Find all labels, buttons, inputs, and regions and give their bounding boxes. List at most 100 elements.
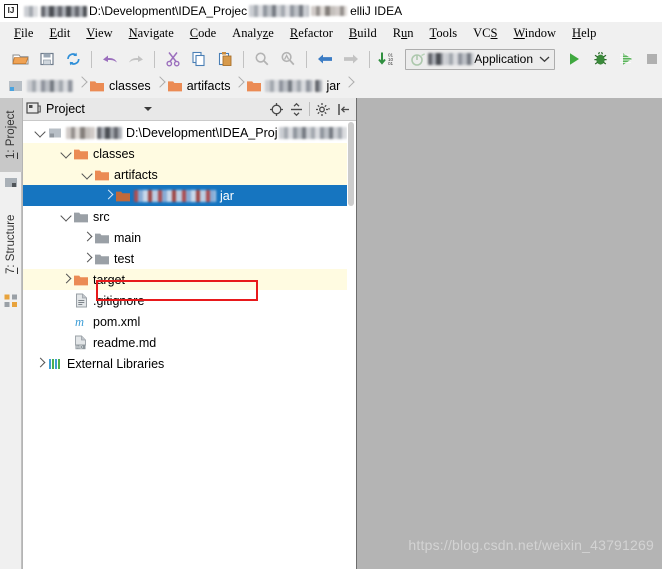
hide-panel-icon[interactable] bbox=[333, 99, 353, 119]
expand-arrow-icon[interactable] bbox=[59, 269, 73, 290]
expand-arrow-icon[interactable] bbox=[80, 248, 94, 269]
svg-text:m: m bbox=[75, 315, 84, 329]
breadcrumb-item-jar[interactable]: jar bbox=[246, 73, 342, 98]
tree-row-classes[interactable]: classes bbox=[23, 143, 347, 164]
compile-icon[interactable]: 01 10 01 bbox=[375, 47, 401, 71]
expand-arrow-icon[interactable] bbox=[80, 227, 94, 248]
main-toolbar: 01 10 01 Application bbox=[0, 45, 662, 73]
title-blur-2 bbox=[41, 5, 87, 17]
tree-label: jar bbox=[220, 188, 234, 203]
undo-icon[interactable] bbox=[97, 47, 123, 71]
folder-orange-icon bbox=[167, 80, 182, 91]
tree-label: target bbox=[93, 272, 125, 287]
tree-row-pom[interactable]: m pom.xml bbox=[23, 311, 347, 332]
redo-icon[interactable] bbox=[123, 47, 149, 71]
jar-name-blur bbox=[134, 189, 216, 202]
tree-scrollbar[interactable] bbox=[347, 122, 355, 569]
sync-refresh-icon[interactable] bbox=[60, 47, 86, 71]
expand-arrow-icon[interactable] bbox=[33, 353, 47, 374]
runcfg-blur-2 bbox=[443, 53, 475, 65]
title-suffix: elliJ IDEA bbox=[350, 4, 403, 18]
expand-arrow-icon[interactable] bbox=[59, 206, 73, 227]
breadcrumb-blur-2 bbox=[265, 79, 314, 92]
project-tab-mnemonic: 1 bbox=[5, 152, 17, 160]
tree-row-gitignore[interactable]: .gitignore bbox=[23, 290, 347, 311]
collapse-all-icon[interactable] bbox=[286, 99, 306, 119]
breadcrumb-item-project[interactable] bbox=[8, 73, 75, 98]
expand-arrow-icon[interactable] bbox=[80, 164, 94, 185]
title-blur-3 bbox=[249, 5, 310, 17]
tree-row-external-libraries[interactable]: External Libraries bbox=[23, 353, 347, 374]
run-with-coverage-button[interactable] bbox=[613, 47, 639, 71]
tree-row-test[interactable]: test bbox=[23, 248, 347, 269]
menu-code[interactable]: Code bbox=[182, 24, 224, 43]
menu-build[interactable]: Build bbox=[341, 24, 385, 43]
menu-bar: File Edit View Navigate Code Analyze Ref… bbox=[0, 22, 662, 45]
tree-label: pom.xml bbox=[93, 314, 141, 329]
project-tool-window: Project D:\Development\IDEA_Proj classes… bbox=[23, 98, 357, 569]
back-arrow-icon[interactable] bbox=[312, 47, 338, 71]
paste-icon[interactable] bbox=[212, 47, 238, 71]
svg-text:MD: MD bbox=[76, 344, 83, 349]
run-configuration-selector[interactable]: Application bbox=[405, 48, 555, 70]
menu-help[interactable]: Help bbox=[564, 24, 604, 43]
tree-row-jar[interactable]: jar bbox=[23, 185, 347, 206]
project-view-icon bbox=[26, 102, 41, 116]
expand-arrow-icon[interactable] bbox=[33, 122, 47, 143]
project-view-dropdown-icon[interactable] bbox=[143, 105, 153, 113]
menu-edit[interactable]: Edit bbox=[41, 24, 78, 43]
stop-button[interactable] bbox=[639, 47, 662, 71]
expand-arrow-icon[interactable] bbox=[101, 185, 115, 206]
menu-window[interactable]: Window bbox=[505, 24, 564, 43]
title-blur-1 bbox=[24, 5, 38, 17]
tree-row-readme[interactable]: MD readme.md bbox=[23, 332, 347, 353]
root-blur-3 bbox=[279, 126, 347, 139]
project-tree: D:\Development\IDEA_Proj classes artifac… bbox=[23, 122, 347, 569]
menu-view[interactable]: View bbox=[78, 24, 120, 43]
sidebar-item-project[interactable]: 1: Project bbox=[0, 98, 22, 172]
folder-orange-icon bbox=[94, 167, 110, 183]
intellij-idea-window: IJ D:\Development\IDEA_Projec elliJ IDEA… bbox=[0, 0, 662, 569]
cut-icon[interactable] bbox=[160, 47, 186, 71]
save-all-icon[interactable] bbox=[34, 47, 60, 71]
scrollbar-thumb[interactable] bbox=[348, 122, 354, 206]
forward-arrow-icon[interactable] bbox=[338, 47, 364, 71]
tree-row-main[interactable]: main bbox=[23, 227, 347, 248]
copy-icon[interactable] bbox=[186, 47, 212, 71]
menu-vcs[interactable]: VCS bbox=[465, 24, 505, 43]
replace-icon[interactable] bbox=[275, 47, 301, 71]
breadcrumb-item-classes[interactable]: classes bbox=[89, 73, 153, 98]
menu-refactor[interactable]: Refactor bbox=[282, 24, 341, 43]
find-icon[interactable] bbox=[249, 47, 275, 71]
markdown-file-icon: MD bbox=[73, 335, 89, 351]
toolbar-separator bbox=[306, 50, 307, 68]
project-panel-actions bbox=[266, 99, 353, 119]
debug-button[interactable] bbox=[587, 47, 613, 71]
menu-analyze[interactable]: Analyze bbox=[224, 24, 282, 43]
toolbar-separator bbox=[369, 50, 370, 68]
open-folder-icon[interactable] bbox=[8, 47, 34, 71]
left-tool-window-strip: 1: Project 7: Structure bbox=[0, 98, 22, 569]
svg-text:01: 01 bbox=[388, 61, 394, 66]
expand-arrow-icon[interactable] bbox=[59, 143, 73, 164]
tree-row-root[interactable]: D:\Development\IDEA_Proj bbox=[23, 122, 347, 143]
tree-label: artifacts bbox=[114, 167, 158, 182]
settings-gear-icon[interactable] bbox=[313, 99, 333, 119]
tree-row-artifacts[interactable]: artifacts bbox=[23, 164, 347, 185]
chevron-down-icon[interactable] bbox=[533, 55, 550, 63]
folder-gray-icon bbox=[94, 230, 110, 246]
run-button[interactable] bbox=[561, 47, 587, 71]
structure-tab-mnemonic: 7 bbox=[5, 267, 17, 274]
breadcrumb-item-artifacts[interactable]: artifacts bbox=[167, 73, 233, 98]
menu-tools[interactable]: Tools bbox=[422, 24, 466, 43]
menu-file[interactable]: File bbox=[6, 24, 41, 43]
folder-orange-icon bbox=[90, 80, 104, 91]
menu-run[interactable]: Run bbox=[385, 24, 422, 43]
tree-row-target[interactable]: target bbox=[23, 269, 347, 290]
locate-target-icon[interactable] bbox=[266, 99, 286, 119]
sidebar-item-structure[interactable]: 7: Structure bbox=[0, 198, 22, 290]
root-blur-2 bbox=[96, 126, 123, 139]
tree-row-src[interactable]: src bbox=[23, 206, 347, 227]
menu-navigate[interactable]: Navigate bbox=[121, 24, 182, 43]
run-config-label: Application bbox=[474, 52, 533, 66]
